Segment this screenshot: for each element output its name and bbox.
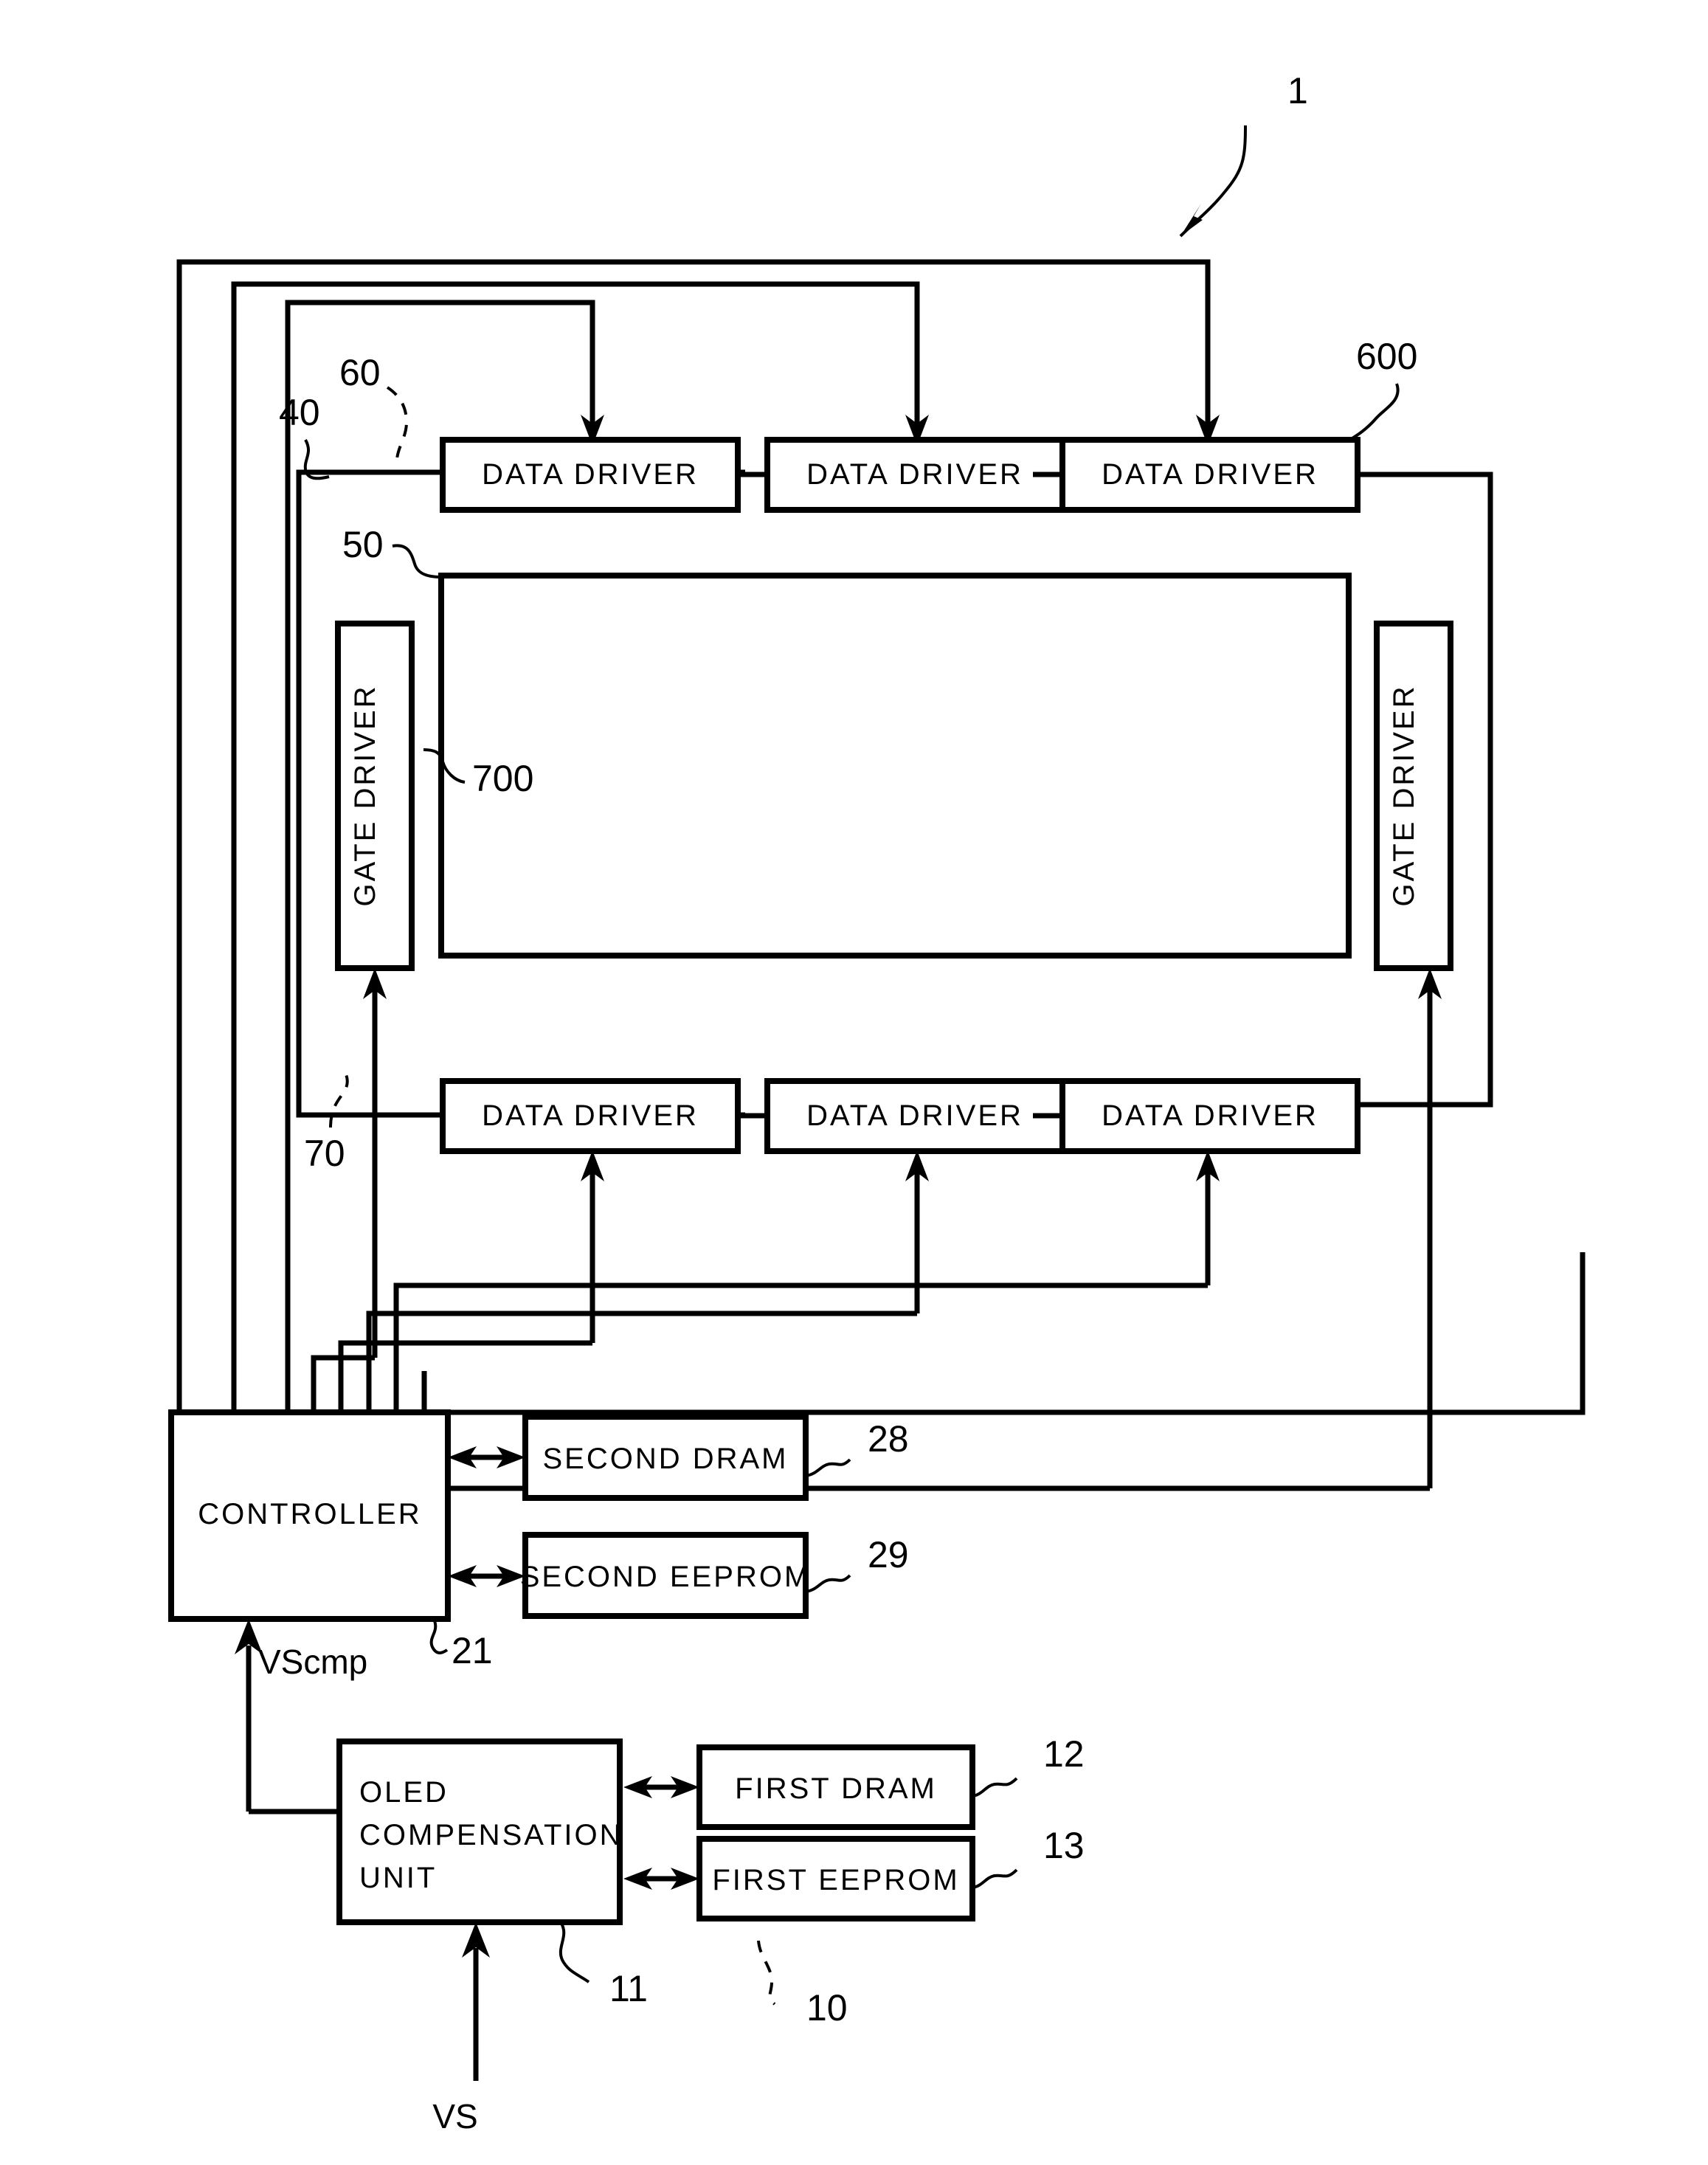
gate-driver-right[interactable]: GATE DRIVER [1374,621,1453,971]
data-driver-bottom-3[interactable]: DATA DRIVER [1059,1078,1360,1154]
oled-comp-line2: COMPENSATION [359,1819,623,1851]
arrow-gate-driver-left [363,968,387,1358]
vs-label: VS [432,2097,477,2135]
data-driver-top-3[interactable]: DATA DRIVER [1059,437,1360,513]
ref-50-label: 50 [342,524,384,565]
data-driver-top-2-label: DATA DRIVER [806,458,1023,491]
arrow-oled-first-dram [623,1776,699,1798]
oled-comp-line1: OLED [359,1776,449,1809]
vs-signal: VS [432,1922,490,2135]
oled-compensation-unit-block[interactable]: OLED COMPENSATION UNIT [336,1738,623,1925]
ref-40-label: 40 [279,392,320,433]
ref-28-label: 28 [868,1418,909,1460]
data-driver-top-1-label: DATA DRIVER [482,458,699,491]
figure-ref-1-group: 1 [1179,70,1308,238]
ref-700-label: 700 [472,758,533,799]
second-dram-label: SECOND DRAM [542,1443,788,1475]
second-eeprom-block[interactable]: SECOND EEPROM [520,1532,812,1619]
arrow-controller-second-dram [448,1446,525,1468]
gate-driver-left[interactable]: GATE DRIVER [335,621,415,971]
display-panel-700 [438,573,1352,959]
data-driver-bottom-1-label: DATA DRIVER [482,1099,699,1132]
second-eeprom-label: SECOND EEPROM [520,1561,812,1593]
second-dram-block[interactable]: SECOND DRAM [522,1414,809,1501]
arrow-bottom-dd2 [905,1150,929,1313]
arrow-bottom-dd3 [1196,1150,1220,1285]
vscmp-label: VScmp [258,1643,367,1681]
first-dram-block[interactable]: FIRST DRAM [696,1744,975,1830]
ref-60-label: 60 [339,352,381,393]
ref-21-label: 21 [452,1630,493,1671]
arrow-controller-second-eeprom [448,1565,525,1587]
ref-12-label: 12 [1043,1733,1085,1775]
data-driver-top-2[interactable]: DATA DRIVER [764,437,1065,513]
data-driver-bottom-1[interactable]: DATA DRIVER [440,1078,741,1154]
gate-driver-right-label: GATE DRIVER [1388,684,1420,906]
data-driver-top-3-label: DATA DRIVER [1102,458,1318,491]
controller-label: CONTROLLER [198,1498,421,1530]
data-driver-top-1[interactable]: DATA DRIVER [440,437,741,513]
data-driver-bottom-2[interactable]: DATA DRIVER [764,1078,1065,1154]
arrow-oled-first-eeprom [623,1868,699,1890]
oled-comp-line3: UNIT [359,1862,437,1894]
first-eeprom-block[interactable]: FIRST EEPROM [696,1836,975,1921]
patent-figure: 1 DATA DRIVER DATA DRIVER DATA DRIVER DA… [0,0,1708,2165]
controller-block[interactable]: CONTROLLER [168,1409,451,1622]
ref-70-label: 70 [304,1133,345,1174]
ref-600-label: 600 [1356,336,1417,377]
first-eeprom-label: FIRST EEPROM [712,1864,959,1896]
ref-11-label: 11 [609,1968,648,2009]
figure-ref-1-label: 1 [1287,70,1308,111]
data-driver-bottom-2-label: DATA DRIVER [806,1099,1023,1132]
ref-29-label: 29 [868,1534,909,1575]
gate-driver-left-label: GATE DRIVER [349,684,381,906]
data-driver-bottom-3-label: DATA DRIVER [1102,1099,1318,1132]
figure-ref-arrowhead [1180,204,1203,236]
ref-10-label: 10 [806,1987,848,2028]
first-dram-label: FIRST DRAM [735,1772,937,1805]
ref-13-label: 13 [1043,1825,1085,1866]
